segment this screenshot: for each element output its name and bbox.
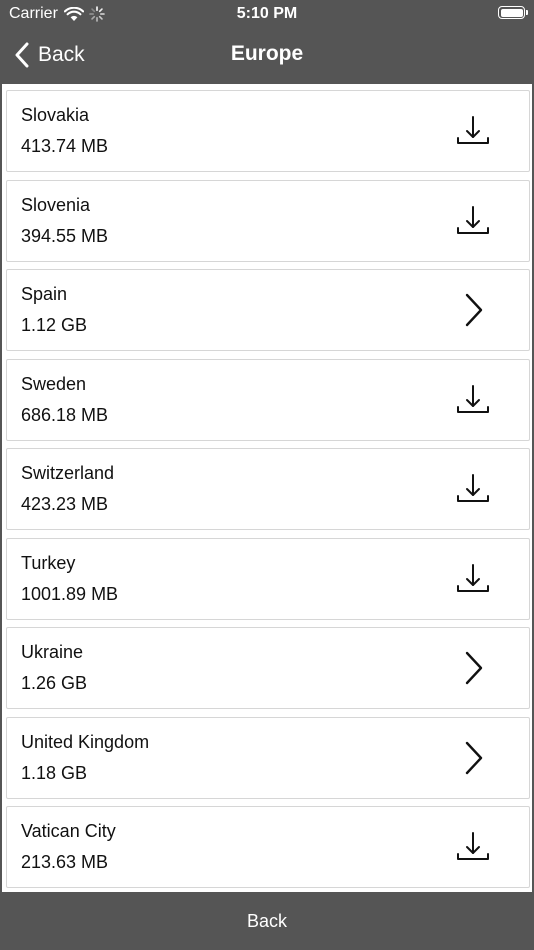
country-name: Turkey	[21, 552, 76, 573]
map-size: 1.18 GB	[21, 762, 88, 783]
map-size: 1.12 GB	[21, 315, 88, 335]
status-bar: Carrier 5:10 PM	[0, 0, 534, 28]
bottom-back-button[interactable]: Back	[0, 892, 534, 950]
map-size: 1.26 GB	[21, 673, 88, 693]
map-size: 423.23 MB	[21, 494, 109, 514]
download-icon[interactable]	[455, 471, 491, 507]
country-name: Sweden	[21, 373, 87, 394]
country-name: Slovenia	[21, 194, 91, 215]
chevron-right-icon[interactable]	[455, 292, 491, 328]
country-name: United Kingdom	[21, 731, 150, 752]
list-item[interactable]: Switzerland 423.23 MB	[6, 448, 530, 530]
map-size: 1001.89 MB	[21, 583, 119, 604]
map-size: 686.18 MB	[21, 404, 109, 425]
country-name: Ukraine	[21, 642, 84, 662]
chevron-right-icon[interactable]	[455, 740, 491, 776]
list-item[interactable]: Ukraine 1.26 GB	[6, 627, 530, 709]
status-time: 5:10 PM	[236, 5, 298, 22]
country-name: Vatican City	[21, 821, 116, 841]
navigation-bar: Back Europe	[0, 28, 534, 84]
list-item[interactable]: Spain 1.12 GB	[6, 269, 530, 351]
page-title: Europe	[230, 42, 304, 65]
list-item[interactable]: Slovakia 413.74 MB	[6, 90, 530, 172]
download-icon[interactable]	[455, 113, 491, 149]
bottom-back-label: Back	[246, 910, 288, 931]
list-item[interactable]: Vatican City 213.63 MB	[6, 806, 530, 888]
country-name: Switzerland	[21, 463, 115, 483]
download-icon[interactable]	[455, 203, 491, 239]
list-item[interactable]: Slovenia 394.55 MB	[6, 179, 530, 262]
country-name: Spain	[21, 284, 68, 304]
map-size: 213.63 MB	[21, 852, 109, 872]
battery-icon	[498, 6, 528, 19]
map-size: 413.74 MB	[21, 136, 109, 156]
list-item[interactable]: United Kingdom 1.18 GB	[6, 716, 530, 799]
chevron-right-icon[interactable]	[455, 650, 491, 686]
country-list[interactable]: Slovakia 413.74 MB Slovenia 394.55 MB Spain 1…	[0, 84, 534, 892]
download-icon[interactable]	[455, 561, 491, 597]
top-bar: Carrier 5:10 PM Back Europe	[0, 0, 534, 84]
map-size: 394.55 MB	[21, 225, 109, 246]
list-item[interactable]: Turkey 1001.89 MB	[6, 537, 530, 620]
download-icon[interactable]	[455, 829, 491, 865]
country-name: Slovakia	[21, 105, 90, 125]
list-item[interactable]: Sweden 686.18 MB	[6, 358, 530, 441]
download-icon[interactable]	[455, 382, 491, 418]
